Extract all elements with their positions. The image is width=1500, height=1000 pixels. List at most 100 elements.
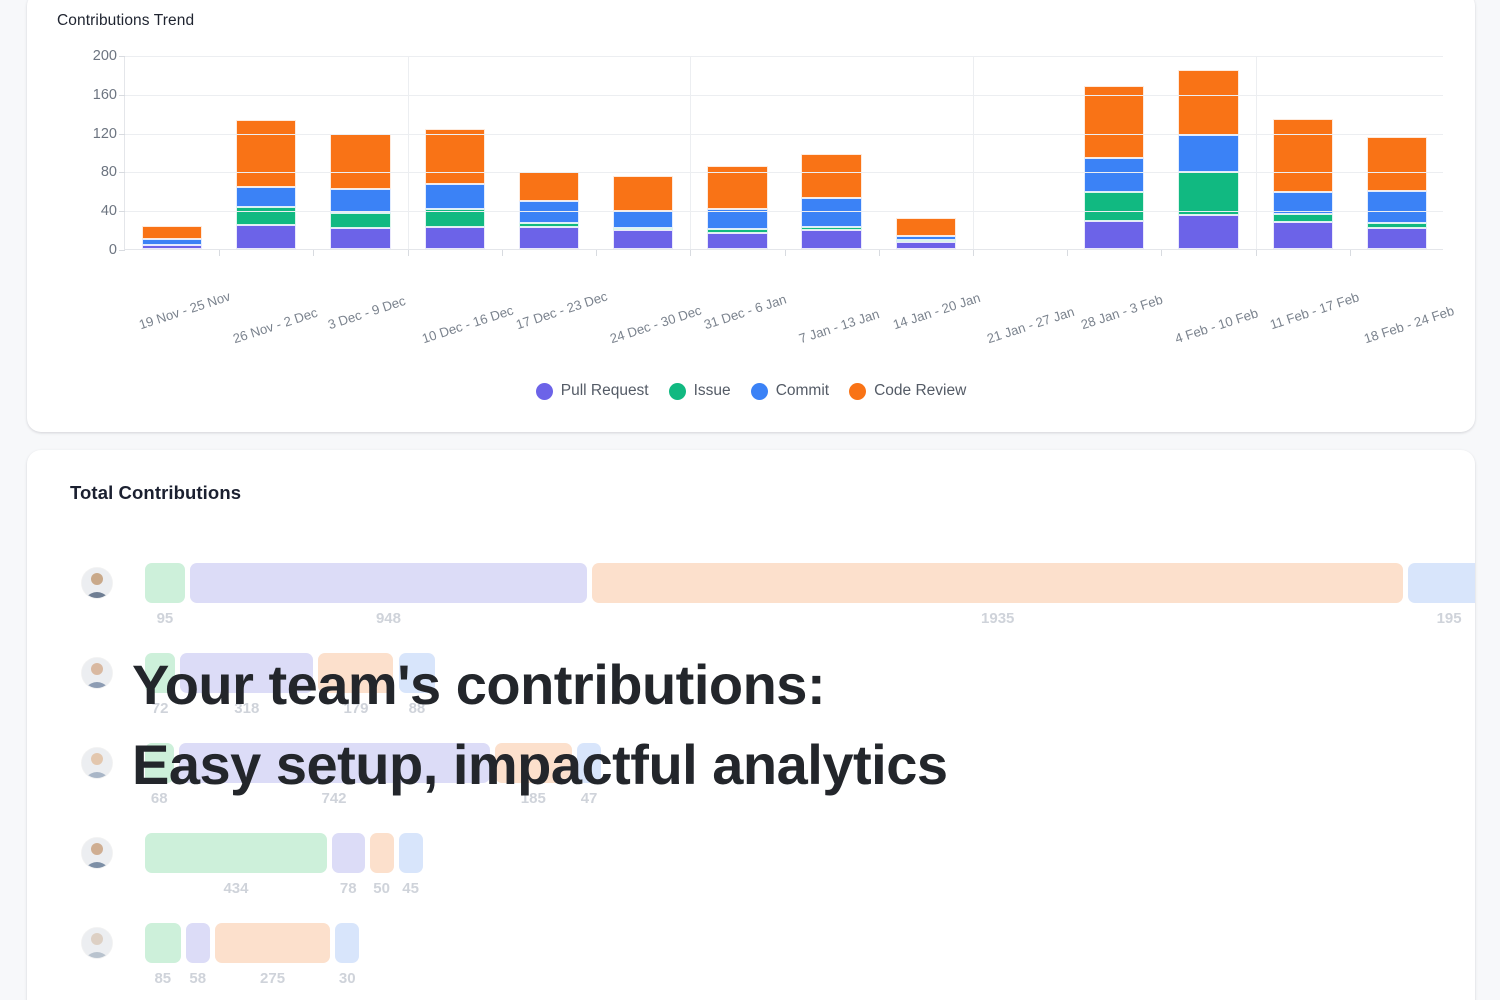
bar-segment-issue[interactable] (895, 240, 956, 243)
bar-segment-commit[interactable] (330, 188, 391, 214)
bar-stack[interactable] (236, 120, 297, 249)
bar-segment-pull-request[interactable] (613, 229, 674, 249)
contribution-value-label: 434 (223, 880, 249, 897)
bar-segment-commit[interactable] (1084, 157, 1145, 192)
x-axis-label: 21 Jan - 27 Jan (985, 303, 1077, 347)
bar-segment-pull-request[interactable] (707, 233, 768, 249)
bar-segment-code-review[interactable] (1084, 86, 1145, 158)
bar-segment-commit[interactable] (141, 239, 203, 246)
contribution-segment-issue[interactable] (145, 563, 185, 603)
contribution-value-label: 30 (338, 970, 356, 987)
legend-color-swatch-icon (668, 382, 686, 400)
bar-segment-pull-request[interactable] (330, 227, 391, 249)
bar-segment-code-review[interactable] (518, 172, 580, 201)
contribution-segment-code-review[interactable] (592, 563, 1404, 603)
bar-segment-code-review[interactable] (895, 217, 956, 237)
bar-segment-issue[interactable] (1272, 214, 1333, 222)
contributor-row[interactable]: 95 948 1935 195 (27, 555, 1475, 645)
x-axis-tick-mark (690, 250, 692, 256)
contribution-segment-pull-request[interactable] (189, 563, 588, 603)
bar-segment-pull-request[interactable] (895, 242, 956, 249)
bar-stack[interactable] (895, 217, 956, 249)
bar-segment-commit[interactable] (424, 184, 485, 210)
y-axis-tick-mark (119, 56, 125, 57)
legend-item-code-review[interactable]: Code Review (849, 382, 966, 400)
legend-color-swatch-icon (750, 382, 768, 400)
trend-plot-area: 0 40 80 120 160 200 19 Nov - 25 Nov 26 Nov - 2… (27, 44, 1475, 400)
contribution-value-label: 195 (1436, 610, 1462, 627)
legend-item-commit[interactable]: Commit (750, 382, 830, 400)
x-axis-label: 28 Jan - 3 Feb (1079, 291, 1165, 333)
bar-stack[interactable] (707, 165, 768, 249)
bar-segment-issue[interactable] (1178, 172, 1239, 216)
bar-segment-pull-request[interactable] (1178, 215, 1239, 249)
legend-label: Commit (775, 382, 830, 399)
y-axis-tick-160: 160 (92, 86, 117, 103)
contribution-segment-issue[interactable] (145, 833, 327, 873)
bar-segment-issue[interactable] (330, 213, 391, 228)
bar-segment-code-review[interactable] (330, 133, 391, 189)
bar-segment-commit[interactable] (236, 186, 297, 208)
x-axis-label: 14 Jan - 20 Jan (890, 289, 982, 333)
bar-stack[interactable] (1084, 86, 1145, 249)
bar-stack[interactable] (424, 128, 485, 249)
contribution-value-label: 95 (156, 610, 174, 627)
bar-segment-commit[interactable] (1178, 134, 1239, 173)
bar-segment-pull-request[interactable] (1366, 227, 1428, 249)
bar-segment-pull-request[interactable] (801, 229, 862, 249)
bar-segment-code-review[interactable] (801, 153, 862, 198)
bar-stack[interactable] (1178, 69, 1239, 249)
overlay-headline-line-2: Easy setup, impactful analytics (132, 732, 948, 796)
x-axis-tick-mark (1255, 250, 1257, 256)
bar-segment-issue[interactable] (1366, 222, 1428, 228)
bar-stack[interactable] (1366, 137, 1428, 249)
contribution-value-label: 275 (260, 970, 286, 987)
contribution-segment-commit[interactable] (1408, 563, 1475, 603)
bar-segment-code-review[interactable] (1366, 137, 1428, 191)
gridline-horizontal (125, 133, 1443, 135)
bar-segment-code-review[interactable] (613, 176, 674, 212)
bar-stack[interactable] (801, 153, 862, 249)
gridline-vertical (1255, 56, 1257, 249)
bar-segment-pull-request[interactable] (141, 245, 203, 249)
bar-segment-commit[interactable] (1366, 190, 1428, 223)
bar-segment-commit[interactable] (895, 236, 956, 241)
bar-stack[interactable] (330, 133, 391, 249)
bar-segment-issue[interactable] (518, 222, 580, 227)
bar-segment-commit[interactable] (613, 211, 674, 228)
contribution-segment-code-review[interactable] (369, 833, 394, 873)
bar-stack[interactable] (141, 225, 203, 249)
contribution-segment-commit[interactable] (398, 833, 423, 873)
bar-segment-code-review[interactable] (1178, 69, 1239, 135)
y-axis-tick-40: 40 (100, 203, 117, 220)
bar-stack[interactable] (1272, 119, 1333, 249)
bar-segment-issue[interactable] (236, 207, 297, 225)
bar-segment-pull-request[interactable] (518, 226, 580, 249)
chart-legend: Pull Request Issue Commit Code Review (27, 382, 1475, 400)
contribution-segment-commit[interactable] (335, 923, 360, 963)
bar-segment-issue[interactable] (613, 227, 674, 230)
contribution-segment-pull-request[interactable] (185, 923, 210, 963)
legend-item-pull-request[interactable]: Pull Request (535, 382, 649, 400)
bar-segment-issue[interactable] (801, 226, 862, 230)
bar-segment-pull-request[interactable] (1084, 220, 1145, 249)
bar-segment-pull-request[interactable] (236, 224, 297, 249)
bar-stack[interactable] (613, 176, 674, 249)
bar-segment-pull-request[interactable] (424, 226, 485, 249)
bar-segment-code-review[interactable] (141, 225, 203, 240)
contribution-segment-code-review[interactable] (214, 923, 331, 963)
contributor-row[interactable]: 434 78 50 45 (27, 825, 1475, 915)
gridline-vertical (972, 56, 974, 249)
x-axis-label: 10 Dec - 16 Dec (419, 302, 516, 347)
x-axis-tick-mark (219, 250, 221, 256)
bar-segment-pull-request[interactable] (1272, 221, 1333, 249)
bar-segment-issue[interactable] (707, 228, 768, 234)
contribution-segment-issue[interactable] (145, 923, 181, 963)
contributor-row[interactable]: 85 58 275 30 (27, 915, 1475, 1000)
contribution-segment-pull-request[interactable] (331, 833, 365, 873)
bar-segment-code-review[interactable] (236, 120, 297, 187)
bar-segment-code-review[interactable] (1272, 119, 1333, 192)
bar-segment-issue[interactable] (1084, 191, 1145, 221)
bar-segment-code-review[interactable] (424, 128, 485, 185)
legend-item-issue[interactable]: Issue (668, 382, 731, 400)
